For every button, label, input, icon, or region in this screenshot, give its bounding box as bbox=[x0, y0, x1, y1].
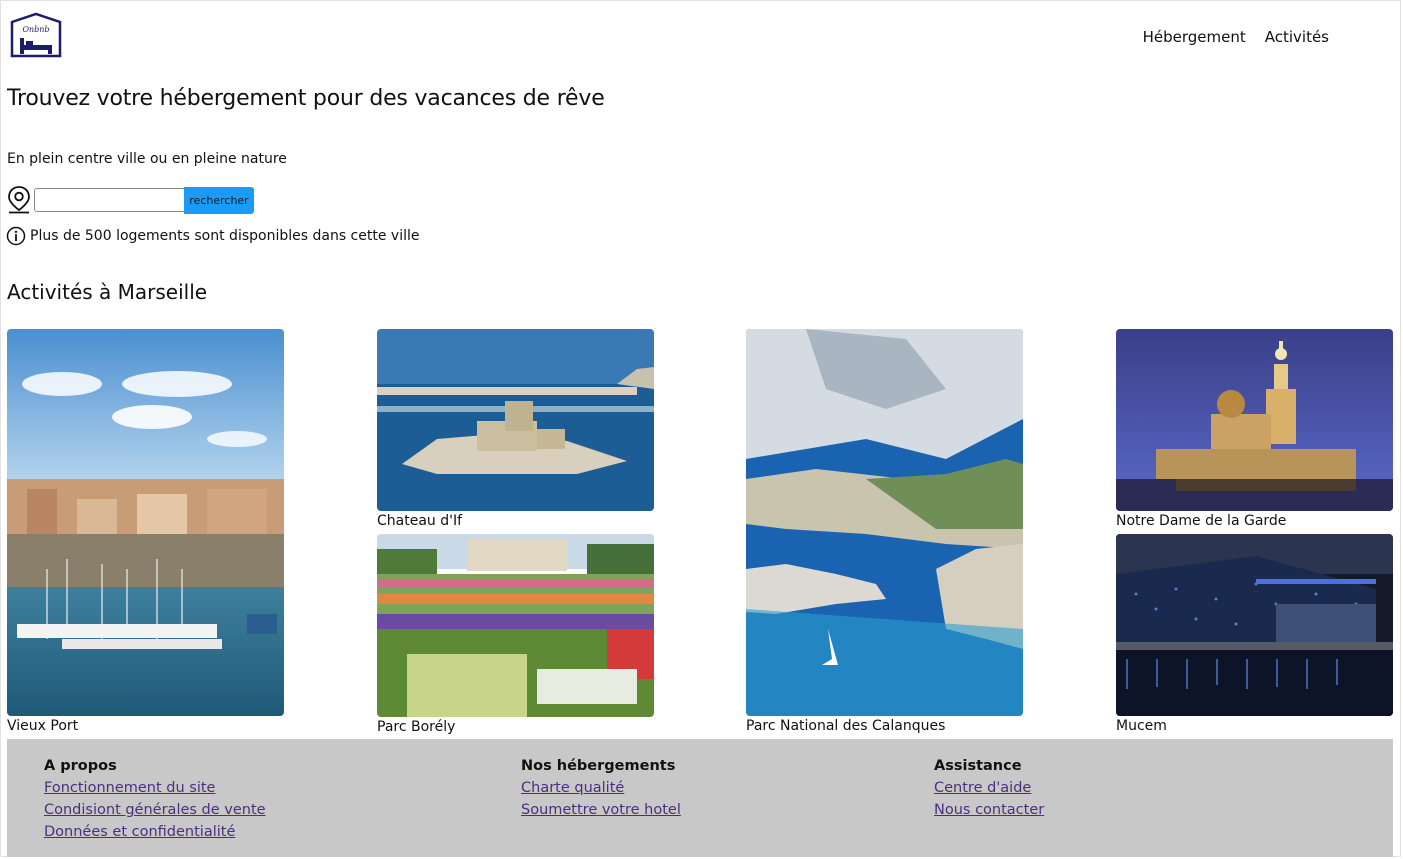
logo-icon[interactable]: Onbnb bbox=[10, 12, 62, 58]
footer-link-donnees[interactable]: Données et confidentialité bbox=[44, 821, 266, 843]
footer-link-cgv[interactable]: Condisiont générales de vente bbox=[44, 799, 266, 821]
footer-col-assistance: Assistance Centre d'aide Nous contacter bbox=[934, 755, 1044, 821]
footer-link-centre-aide[interactable]: Centre d'aide bbox=[934, 777, 1044, 799]
footer-link-charte[interactable]: Charte qualité bbox=[521, 777, 681, 799]
footer-link-fonctionnement[interactable]: Fonctionnement du site bbox=[44, 777, 266, 799]
activity-card-parc-borely[interactable]: Parc Borély bbox=[377, 534, 654, 735]
footer-link-soumettre[interactable]: Soumettre votre hotel bbox=[521, 799, 681, 821]
main-nav: Hébergement Activités bbox=[1143, 28, 1329, 46]
search-button[interactable]: rechercher bbox=[184, 186, 254, 214]
notre-dame-image bbox=[1116, 329, 1393, 511]
tagline: En plein centre ville ou en pleine natur… bbox=[7, 151, 287, 167]
mucem-image bbox=[1116, 534, 1393, 716]
activity-card-calanques[interactable]: Parc National des Calanques bbox=[746, 329, 1023, 734]
nav-activites[interactable]: Activités bbox=[1265, 28, 1329, 46]
activity-card-mucem[interactable]: Mucem bbox=[1116, 534, 1393, 734]
activity-card-notre-dame[interactable]: Notre Dame de la Garde bbox=[1116, 329, 1393, 529]
search-bar: rechercher bbox=[6, 185, 254, 215]
activity-card-vieux-port[interactable]: Vieux Port bbox=[7, 329, 284, 734]
footer-link-contact[interactable]: Nous contacter bbox=[934, 799, 1044, 821]
vieux-port-image bbox=[7, 329, 284, 716]
section-title-activites: Activités à Marseille bbox=[7, 280, 208, 304]
info-message: Plus de 500 logements sont disponibles d… bbox=[6, 226, 419, 246]
card-caption: Parc Borély bbox=[377, 719, 456, 735]
card-caption: Parc National des Calanques bbox=[746, 718, 946, 734]
nav-hebergement[interactable]: Hébergement bbox=[1143, 28, 1246, 46]
page-title: Trouvez votre hébergement pour des vacan… bbox=[7, 86, 605, 111]
calanques-image bbox=[746, 329, 1023, 716]
footer-col-apropos: A propos Fonctionnement du site Condisio… bbox=[44, 755, 266, 843]
footer-col-hebergements: Nos hébergements Charte qualité Soumettr… bbox=[521, 755, 681, 821]
footer: A propos Fonctionnement du site Condisio… bbox=[7, 739, 1393, 857]
activity-card-chateau-dif[interactable]: Chateau d'If bbox=[377, 329, 654, 529]
footer-heading: A propos bbox=[44, 758, 117, 774]
logo-text: Onbnb bbox=[22, 25, 49, 34]
card-caption: Vieux Port bbox=[7, 718, 79, 734]
footer-heading: Assistance bbox=[934, 758, 1022, 774]
info-text: Plus de 500 logements sont disponibles d… bbox=[30, 228, 420, 244]
card-caption: Mucem bbox=[1116, 718, 1167, 734]
card-caption: Notre Dame de la Garde bbox=[1116, 513, 1287, 529]
info-icon bbox=[6, 226, 26, 246]
search-input[interactable] bbox=[34, 188, 184, 212]
chateau-dif-image bbox=[377, 329, 654, 511]
footer-heading: Nos hébergements bbox=[521, 758, 676, 774]
card-caption: Chateau d'If bbox=[377, 513, 463, 529]
parc-borely-image bbox=[377, 534, 654, 717]
location-pin-icon bbox=[8, 186, 30, 214]
